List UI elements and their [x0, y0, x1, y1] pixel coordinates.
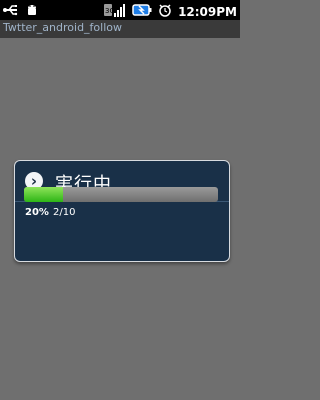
battery-icon	[132, 2, 152, 21]
status-right: 3G 12:09PM	[104, 2, 237, 21]
progress-dialog: › 実行中 20% 2/10	[14, 160, 230, 262]
status-bar: 3G 12:09PM	[0, 0, 240, 20]
app-title: Twtter_android_follow	[3, 21, 122, 34]
progress-percent-label: 20%	[25, 207, 49, 218]
android-icon	[25, 2, 39, 21]
alarm-icon	[158, 2, 172, 21]
progress-fill	[24, 187, 63, 202]
status-time: 12:09PM	[178, 4, 237, 19]
progress-count-label: 2/10	[53, 207, 76, 218]
svg-text:3G: 3G	[105, 7, 115, 15]
usb-icon	[3, 2, 19, 21]
progress-area: 20% 2/10	[15, 161, 229, 261]
status-left	[3, 2, 39, 21]
progress-bar	[24, 187, 218, 202]
app-titlebar: Twtter_android_follow	[0, 20, 240, 38]
signal-3g-icon: 3G	[104, 2, 126, 21]
